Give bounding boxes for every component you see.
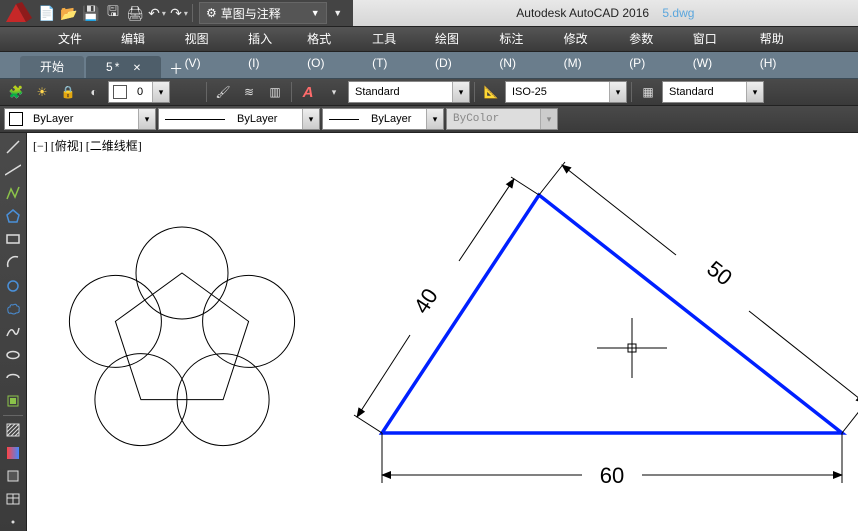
dim-style-icon[interactable]: 📐 bbox=[479, 80, 503, 104]
model-space: 60 40 50 bbox=[27, 133, 858, 531]
menu-help[interactable]: 帮助(H) bbox=[748, 27, 812, 51]
layer-combo[interactable]: 0 ▾ bbox=[108, 81, 170, 103]
menu-format[interactable]: 格式(O) bbox=[295, 27, 360, 51]
menu-file[interactable]: 文件(F) bbox=[46, 27, 109, 51]
menu-view[interactable]: 视图(V) bbox=[173, 27, 237, 51]
revcloud-icon[interactable] bbox=[2, 298, 24, 319]
text-style-dd-icon[interactable]: ▾ bbox=[322, 80, 346, 104]
gradient-icon[interactable] bbox=[2, 442, 24, 463]
menu-insert[interactable]: 插入(I) bbox=[236, 27, 295, 51]
dim-50: 50 bbox=[702, 256, 737, 291]
draw-toolbar: A bbox=[0, 133, 27, 531]
menu-window[interactable]: 窗口(W) bbox=[681, 27, 748, 51]
menu-bar: 文件(F) 编辑(E) 视图(V) 插入(I) 格式(O) 工具(T) 绘图(D… bbox=[0, 27, 858, 52]
polyline-icon[interactable] bbox=[2, 182, 24, 203]
triangle-figure: 60 40 50 bbox=[354, 162, 858, 488]
hatch-icon[interactable] bbox=[2, 419, 24, 440]
ellipse-arc-icon[interactable] bbox=[2, 368, 24, 389]
block-icon[interactable] bbox=[2, 391, 24, 412]
list-icon[interactable]: ▥ bbox=[263, 80, 287, 104]
tab-document[interactable]: 5* ✕ bbox=[86, 56, 161, 78]
document-tabs: 开始 5* ✕ ＋ bbox=[0, 52, 858, 79]
workspace-dropdown[interactable]: ⚙ 草图与注释 ▼ bbox=[199, 2, 327, 24]
lineweight-combo[interactable]: ByLayer▾ bbox=[322, 108, 444, 130]
open-icon[interactable]: 📂 bbox=[58, 2, 80, 24]
point-icon[interactable] bbox=[2, 512, 24, 531]
new-icon[interactable]: 📄 bbox=[36, 2, 58, 24]
dim-60: 60 bbox=[600, 463, 624, 488]
redo-icon[interactable]: ↷▾ bbox=[168, 2, 190, 24]
spline-icon[interactable] bbox=[2, 321, 24, 342]
table-style-icon[interactable]: ▦ bbox=[636, 80, 660, 104]
menu-draw[interactable]: 绘图(D) bbox=[423, 27, 487, 51]
drawing-canvas[interactable]: [−] [俯视] [二维线框] bbox=[27, 133, 858, 531]
layer-state-icon[interactable]: 🧩 bbox=[4, 80, 28, 104]
menu-dim[interactable]: 标注(N) bbox=[487, 27, 551, 51]
close-icon[interactable]: ✕ bbox=[133, 63, 141, 74]
undo-icon[interactable]: ↶▾ bbox=[146, 2, 168, 24]
circle-icon[interactable] bbox=[2, 275, 24, 296]
title-bar: Autodesk AutoCAD 2016 5.dwg bbox=[353, 0, 858, 26]
line-icon[interactable] bbox=[2, 136, 24, 157]
rectangle-icon[interactable] bbox=[2, 229, 24, 250]
workspace-label: 草图与注释 bbox=[221, 5, 281, 22]
pentagon-circles-figure bbox=[69, 227, 294, 446]
quick-access-toolbar: 📄 📂 💾 🖫 🖨 ↶▾ ↷▾ ⚙ 草图与注释 ▼ ▼ Autodesk Aut… bbox=[0, 0, 858, 27]
dim-40: 40 bbox=[409, 284, 443, 318]
menu-modify[interactable]: 修改(M) bbox=[552, 27, 618, 51]
menu-edit[interactable]: 编辑(E) bbox=[109, 27, 173, 51]
bylayer-icon[interactable]: ≋ bbox=[237, 80, 261, 104]
menu-tools[interactable]: 工具(T) bbox=[360, 27, 423, 51]
match-props-icon[interactable]: 🖌 bbox=[211, 80, 235, 104]
properties-toolbar-2: ByLayer▾ ByLayer▾ ByLayer▾ ByColor▾ bbox=[0, 106, 858, 133]
file-name: 5.dwg bbox=[662, 6, 694, 20]
xline-icon[interactable] bbox=[2, 159, 24, 180]
menu-param[interactable]: 参数(P) bbox=[617, 27, 681, 51]
add-tab-icon[interactable]: ＋ bbox=[167, 60, 185, 78]
cursor-crosshair bbox=[597, 318, 667, 378]
plot-icon[interactable]: 🖨 bbox=[124, 2, 146, 24]
linetype-combo[interactable]: ByLayer▾ bbox=[158, 108, 320, 130]
layer-off-icon[interactable]: ◐ bbox=[82, 80, 106, 104]
text-style-combo[interactable]: Standard▾ bbox=[348, 81, 470, 103]
main-area: A [−] [俯视] [二维线框] bbox=[0, 133, 858, 531]
autocad-logo[interactable] bbox=[0, 0, 36, 26]
color-combo[interactable]: ByLayer▾ bbox=[4, 108, 156, 130]
polygon-icon[interactable] bbox=[2, 206, 24, 227]
app-name: Autodesk AutoCAD 2016 bbox=[516, 6, 649, 20]
qat-more-icon[interactable]: ▼ bbox=[327, 2, 349, 24]
ellipse-icon[interactable] bbox=[2, 345, 24, 366]
properties-toolbar-1: 🧩 ☀ 🔒 ◐ 0 ▾ 🖌 ≋ ▥ A ▾ Standard▾ 📐 ISO-25… bbox=[0, 79, 858, 106]
layer-freeze-icon[interactable]: ☀ bbox=[30, 80, 54, 104]
save-icon[interactable]: 💾 bbox=[80, 2, 102, 24]
plotstyle-combo: ByColor▾ bbox=[446, 108, 558, 130]
table-style-combo[interactable]: Standard▾ bbox=[662, 81, 764, 103]
text-style-icon[interactable]: A bbox=[296, 80, 320, 104]
saveas-icon[interactable]: 🖫 bbox=[102, 2, 124, 24]
tab-start[interactable]: 开始 bbox=[20, 56, 84, 78]
dim-style-combo[interactable]: ISO-25▾ bbox=[505, 81, 627, 103]
region-icon[interactable] bbox=[2, 465, 24, 486]
arc-icon[interactable] bbox=[2, 252, 24, 273]
layer-lock-icon[interactable]: 🔒 bbox=[56, 80, 80, 104]
table-icon[interactable] bbox=[2, 489, 24, 510]
